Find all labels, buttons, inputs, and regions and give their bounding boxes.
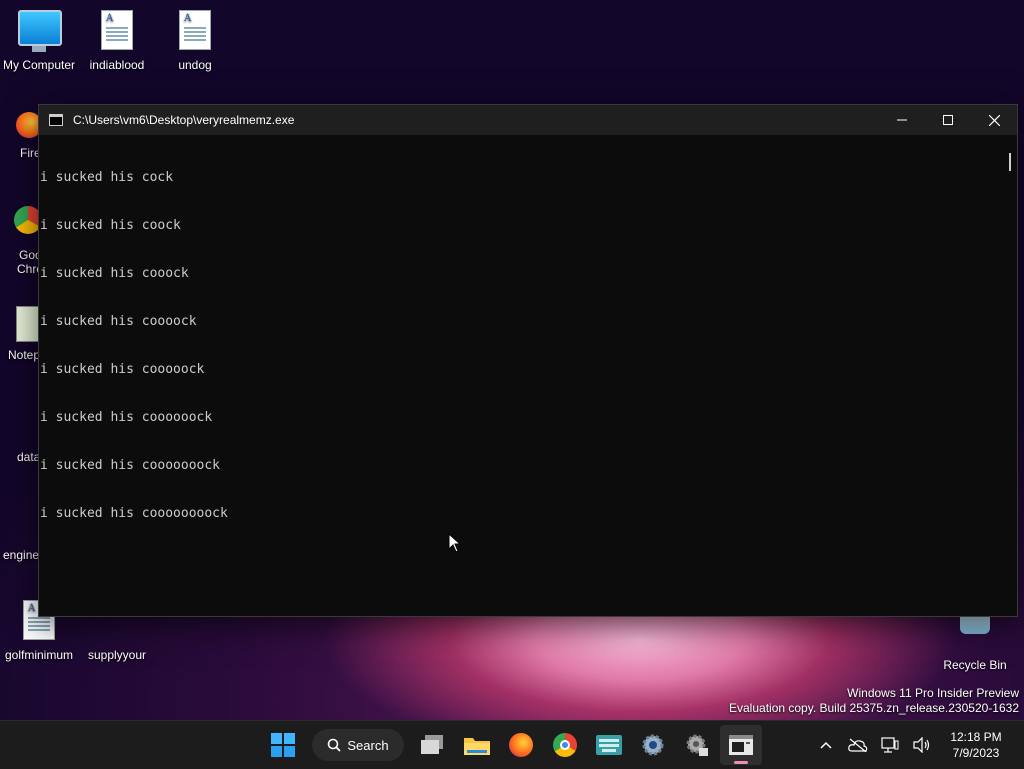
search-label: Search [347, 737, 389, 753]
scrollbar-thumb[interactable] [1009, 153, 1011, 171]
taskbar-settings-gear[interactable] [632, 725, 674, 765]
clock-time: 12:18 PM [950, 730, 1002, 744]
console-app-icon [729, 735, 753, 755]
desktop-icon-data[interactable]: data [0, 450, 40, 464]
computer-icon [18, 10, 62, 52]
chevron-up-icon [820, 741, 832, 749]
taskbar-file-explorer[interactable] [456, 725, 498, 765]
search-icon [328, 738, 342, 752]
desktop-icon-firefox[interactable]: Fire [0, 112, 42, 160]
maximize-icon [943, 115, 953, 125]
desktop-icon-notepad[interactable]: Notep [0, 306, 42, 362]
desktop-icon-my-computer[interactable]: My Computer [0, 10, 78, 72]
desktop-icon-label: Fire [20, 146, 41, 160]
console-window[interactable]: C:\Users\vm6\Desktop\veryrealmemz.exe i … [38, 104, 1018, 617]
firefox-icon [509, 733, 533, 757]
tray-overflow-button[interactable] [810, 725, 842, 765]
desktop-icon-label: undog [178, 58, 212, 72]
taskbar-console[interactable] [720, 725, 762, 765]
mouse-pointer-icon [448, 533, 462, 553]
taskbar: Search 12:18 PM 7/9/2023 [0, 720, 1024, 769]
desktop-icon-undog[interactable]: undog [156, 10, 234, 72]
desktop-icon-label: golfminimum [4, 648, 73, 662]
window-title: C:\Users\vm6\Desktop\veryrealmemz.exe [73, 113, 295, 127]
tray-volume-button[interactable] [906, 725, 938, 765]
taskbar-clock[interactable]: 12:18 PM 7/9/2023 [938, 729, 1014, 761]
desktop-icon-label: Recycle Bin [943, 658, 1007, 672]
cloud-offline-icon [848, 738, 868, 752]
console-line: i sucked his cooock [40, 266, 189, 281]
desktop-icon-label: supplyyour [87, 648, 147, 662]
close-button[interactable] [971, 105, 1017, 135]
taskbar-apps: Search [262, 721, 762, 769]
clock-date: 7/9/2023 [952, 746, 1000, 760]
settings-gear-icon [686, 734, 708, 756]
taskbar-keyboard-app[interactable] [588, 725, 630, 765]
minimize-icon [897, 119, 907, 121]
console-scrollbar[interactable] [1001, 135, 1017, 616]
desktop-icon-label: data [17, 450, 41, 464]
console-line: i sucked his coooock [40, 314, 197, 329]
taskbar-task-view[interactable] [412, 725, 454, 765]
keyboard-icon [596, 735, 622, 755]
desktop-icon-chrome[interactable]: Goo Chro [0, 206, 44, 276]
console-titlebar[interactable]: C:\Users\vm6\Desktop\veryrealmemz.exe [39, 105, 1017, 135]
taskbar-settings[interactable] [676, 725, 718, 765]
task-view-icon [421, 735, 443, 754]
console-line: i sucked his coooooock [40, 410, 213, 425]
document-icon [174, 10, 216, 52]
console-line: i sucked his coock [40, 218, 181, 233]
watermark-line: Windows 11 Pro Insider Preview [847, 686, 1019, 700]
desktop-icon-label: Chro [17, 262, 44, 276]
taskbar-chrome[interactable] [544, 725, 586, 765]
desktop-icon-engine[interactable]: engine [0, 548, 40, 562]
taskbar-search-button[interactable]: Search [312, 729, 404, 761]
gear-icon [642, 734, 664, 756]
close-icon [988, 114, 1000, 126]
desktop-icon-label: Goo [19, 248, 42, 262]
desktop-icon-label: Notep [8, 348, 41, 362]
document-icon [96, 10, 138, 52]
system-tray: 12:18 PM 7/9/2023 [810, 721, 1024, 769]
minimize-button[interactable] [879, 105, 925, 135]
tray-network-button[interactable] [874, 725, 906, 765]
desktop-icon-indiablood[interactable]: indiablood [78, 10, 156, 72]
console-line: i sucked his cock [40, 170, 174, 185]
desktop-icon-label: My Computer [2, 58, 76, 72]
console-output[interactable]: i sucked his cock i sucked his coock i s… [39, 135, 1001, 616]
network-icon [881, 737, 899, 753]
console-line: i sucked his cooooooock [40, 458, 221, 473]
chrome-icon [553, 733, 577, 757]
evaluation-watermark: Windows 11 Pro Insider Preview Evaluatio… [729, 686, 1019, 716]
folder-icon [464, 738, 490, 755]
windows-logo-icon [271, 733, 295, 757]
tray-onedrive-button[interactable] [842, 725, 874, 765]
maximize-button[interactable] [925, 105, 971, 135]
console-line: i sucked his coooooooock [40, 506, 228, 521]
start-button[interactable] [262, 725, 304, 765]
console-app-icon [49, 114, 63, 126]
speaker-icon [913, 737, 930, 753]
taskbar-firefox[interactable] [500, 725, 542, 765]
console-line: i sucked his cooooock [40, 362, 205, 377]
desktop-icon-label: indiablood [89, 58, 145, 72]
desktop-icon-label: engine [3, 548, 40, 562]
watermark-line: Evaluation copy. Build 25375.zn_release.… [729, 701, 1019, 715]
